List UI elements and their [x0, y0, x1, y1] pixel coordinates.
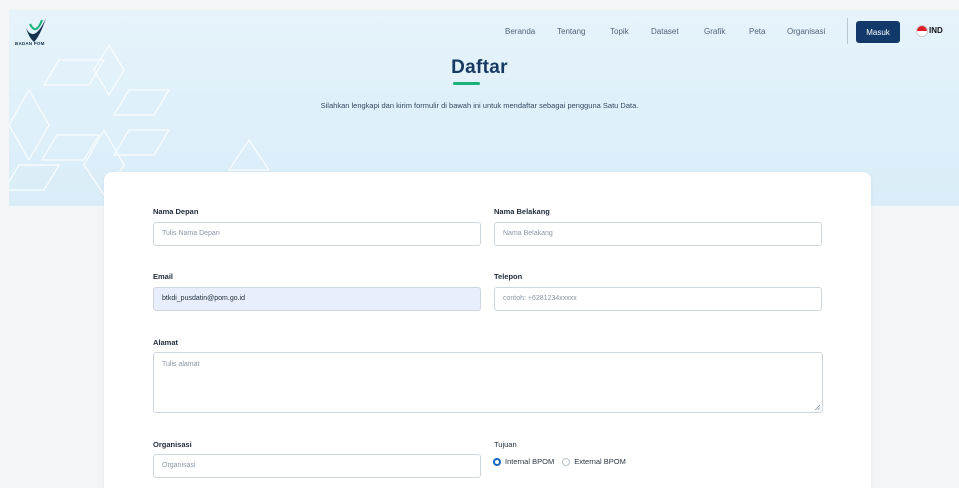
registration-card [104, 172, 871, 488]
nav-divider [847, 18, 848, 44]
radio-internal-bpom[interactable] [493, 457, 501, 466]
address-label: Alamat [153, 338, 179, 347]
first-name-label: Nama Depan [153, 207, 199, 216]
nav-item-topik[interactable]: Topik [610, 27, 629, 36]
phone-input[interactable]: contoh: +6281234xxxxx [494, 287, 822, 311]
organization-label: Organisasi [153, 440, 192, 449]
textarea-resize-icon[interactable] [814, 404, 820, 410]
address-textarea[interactable]: Tulis alamat [153, 352, 823, 413]
radio-internal-label[interactable]: Internal BPOM [505, 457, 554, 466]
organization-input[interactable]: Organisasi [153, 454, 481, 478]
nav-item-organisasi[interactable]: Organisasi [787, 27, 825, 36]
last-name-label: Nama Belakang [494, 207, 550, 216]
first-name-input[interactable]: Tulis Nama Depan [153, 222, 481, 246]
radio-external-label[interactable]: External BPOM [574, 457, 626, 466]
radio-external-bpom[interactable] [562, 457, 571, 466]
nav-item-tentang[interactable]: Tentang [557, 27, 585, 36]
login-button[interactable]: Masuk [856, 21, 900, 43]
nav-item-dataset[interactable]: Dataset [651, 27, 679, 36]
page-title: Daftar [451, 57, 508, 78]
language-selector[interactable]: IND [929, 26, 943, 35]
email-label: Email [153, 272, 174, 281]
nav-item-beranda[interactable]: Beranda [505, 27, 535, 36]
last-name-input[interactable]: Nama Belakang [494, 222, 822, 246]
brand-name: BADAN POM [15, 41, 45, 46]
email-input[interactable]: btkdi_pusdatin@pom.go.id [153, 287, 481, 311]
phone-label: Telepon [494, 272, 523, 281]
page-subtitle: Silahkan lengkapi dan kirim formulir di … [320, 101, 639, 110]
purpose-radio-group: Internal BPOM External BPOM [493, 457, 634, 466]
purpose-label: Tujuan [494, 440, 517, 449]
nav-item-peta[interactable]: Peta [749, 27, 765, 36]
nav-item-grafik[interactable]: Grafik [704, 27, 725, 36]
indonesia-flag-icon[interactable] [916, 25, 928, 37]
title-underline [453, 82, 480, 85]
address-placeholder: Tulis alamat [162, 361, 200, 368]
